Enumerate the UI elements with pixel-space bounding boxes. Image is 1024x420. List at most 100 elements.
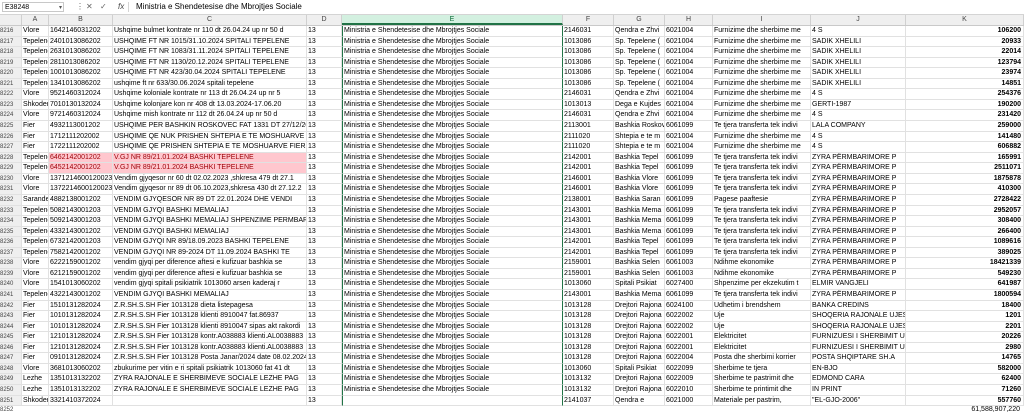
cell-g[interactable]: Drejtori Rajona [614, 311, 665, 322]
cell-d[interactable]: 13 [307, 268, 342, 280]
cell-g[interactable]: Drejtori Rajona [614, 300, 665, 312]
cell-b[interactable]: 1351013132202 [49, 385, 113, 396]
cell-b[interactable]: 0910131282024 [49, 353, 113, 364]
cell-j[interactable]: ZYRA PËRMBARIMORE P [811, 237, 906, 248]
cell-c[interactable]: vendim gjyqi per diference aftesi e kufi… [113, 268, 307, 280]
cell-i[interactable]: Pagese paaftesie [713, 194, 811, 206]
cell-b[interactable]: 6452142001202 [49, 163, 113, 174]
cell-c[interactable]: V.GJ NR 89/21.01.2024 BASHKI TEPELENE [113, 163, 307, 174]
cell-e[interactable]: Ministria e Shendetesise dhe Mbrojtjes S… [342, 300, 563, 312]
cell-d[interactable]: 13 [307, 205, 342, 217]
cell-h[interactable]: 6027400 [665, 279, 713, 290]
cell-e[interactable]: Ministria e Shendetesise dhe Mbrojtjes S… [342, 216, 563, 227]
cell-g[interactable]: Qendra e Zhvi [614, 110, 665, 122]
cell-f[interactable]: 1013128 [563, 321, 614, 333]
cell-j[interactable]: SADIK XHELILI [811, 68, 906, 79]
cell-c[interactable]: USHQIME FT NR 1015/31.10.2024 SPITALI TE… [113, 36, 307, 48]
cell-g[interactable]: Bashkia Roskov [614, 121, 665, 132]
cell-i[interactable]: Te tjera transferta tek indivi [713, 163, 811, 174]
cell-f[interactable]: 2142001 [563, 247, 614, 259]
cell-c[interactable]: ZYRA RAJONALE E SHERBIMEVE SOCIALE LEZHE… [113, 385, 307, 396]
cell-c[interactable]: Z.R.SH.S.SH Fier 1013128 kontr.A038883 k… [113, 342, 307, 354]
cell-a[interactable]: Tepelene [22, 247, 49, 259]
row-number[interactable]: 8233 [0, 205, 22, 217]
cell-a[interactable]: Tepelene [22, 216, 49, 227]
cell-e[interactable]: Ministria e Shendetesise dhe Mbrojtjes S… [342, 279, 563, 290]
cell-k[interactable]: 2201 [906, 321, 1024, 333]
cell-b[interactable]: 1010131282024 [49, 311, 113, 322]
cell-f[interactable]: 2146031 [563, 110, 614, 122]
cell-c[interactable]: Ushqime kolonjare kon nr 408 dt 13.03.20… [113, 99, 307, 111]
cell-e[interactable]: Ministria e Shendetesise dhe Mbrojtjes S… [342, 321, 563, 333]
cell-a[interactable]: Tepelene [22, 205, 49, 217]
cell-f[interactable]: 1013128 [563, 332, 614, 343]
row-number[interactable]: 8239 [0, 268, 22, 280]
cell-j[interactable]: SADIK XHELILI [811, 78, 906, 90]
cell-f[interactable]: 2143001 [563, 205, 614, 217]
cell-a[interactable]: Vlore [22, 363, 49, 375]
cell-g[interactable]: Drejtori Rajona [614, 332, 665, 343]
cell-i[interactable]: Uje [713, 311, 811, 322]
cell-j[interactable]: ZYRA PËRMBARIMORE P [811, 163, 906, 174]
cell-a[interactable]: Tepelene [22, 78, 49, 90]
cell-d[interactable]: 13 [307, 321, 342, 333]
cell-f[interactable]: 2143001 [563, 216, 614, 227]
cell-h[interactable]: 6061099 [665, 152, 713, 164]
row-number[interactable]: 8250 [0, 385, 22, 396]
cell-a[interactable]: Vlore [22, 26, 49, 37]
cell-c[interactable]: USHQIME QE NUK PRISHEN SHTEPIA E TE MOSH… [113, 131, 307, 143]
cell-h[interactable]: 6022002 [665, 321, 713, 333]
cell-g[interactable]: Bashkia Tepel [614, 163, 665, 174]
cell-k[interactable]: 190200 [906, 99, 1024, 111]
cell-e[interactable]: Ministria e Shendetesise dhe Mbrojtjes S… [342, 258, 563, 269]
col-header-j[interactable]: J [811, 15, 906, 25]
cell-c[interactable]: VENDIM GJYQI BASHKI MEMALIAJ [113, 205, 307, 217]
cell-k[interactable]: 141480 [906, 131, 1024, 143]
cell-c[interactable]: Vendim gjyqesor nr 89 dt 06.10.2023,shkr… [113, 184, 307, 195]
cell-d[interactable]: 13 [307, 247, 342, 259]
cell-g[interactable]: Sp. Tepelene ( [614, 68, 665, 79]
cell-e[interactable]: Ministria e Shendetesise dhe Mbrojtjes S… [342, 152, 563, 164]
cell-e[interactable]: Ministria e Shendetesise dhe Mbrojtjes S… [342, 184, 563, 195]
cell-e[interactable]: Ministria e Shendetesise dhe Mbrojtjes S… [342, 163, 563, 174]
cell-a[interactable]: Tepelene [22, 237, 49, 248]
cell-g[interactable]: Bashkia Mema [614, 205, 665, 217]
cell-a[interactable]: Fier [22, 353, 49, 364]
cell-d[interactable]: 13 [307, 353, 342, 364]
cell-e[interactable]: Ministria e Shendetesise dhe Mbrojtjes S… [342, 121, 563, 132]
cell-g[interactable]: Sp. Tepelene ( [614, 47, 665, 58]
cancel-icon[interactable]: ✕ [86, 1, 93, 13]
cell-e[interactable]: Ministria e Shendetesise dhe Mbrojtjes S… [342, 268, 563, 280]
cell-i[interactable]: Furnizime dhe sherbime me [713, 78, 811, 90]
cell-i[interactable]: Furnizime dhe sherbime me [713, 142, 811, 153]
cell-f[interactable]: 1013086 [563, 57, 614, 69]
cell-h[interactable]: 6061003 [665, 258, 713, 269]
cell-d[interactable]: 13 [307, 152, 342, 164]
cell-c[interactable]: VENDIM GJYQI BASHKI MEMALIAJ SHPENZIME P… [113, 216, 307, 227]
cell-f[interactable]: 2146031 [563, 89, 614, 100]
cell-j[interactable]: ZYRA PËRMBARIMORE P [811, 216, 906, 227]
cell-a[interactable]: Tepelene [22, 36, 49, 48]
cell-i[interactable]: Furnizime dhe sherbime me [713, 26, 811, 37]
cell-a[interactable]: Fier [22, 142, 49, 153]
cell-i[interactable]: Furnizime dhe sherbime me [713, 110, 811, 122]
cell-e[interactable]: Ministria e Shendetesise dhe Mbrojtjes S… [342, 26, 563, 37]
cell-d[interactable]: 13 [307, 258, 342, 269]
cell-i[interactable]: Furnizime dhe sherbime me [713, 36, 811, 48]
cell-c[interactable]: VENDIM GJYQI BASHKI MEMALIAJ [113, 226, 307, 238]
cell-b[interactable]: 1010131282024 [49, 321, 113, 333]
row-number[interactable]: 8232 [0, 194, 22, 206]
cell-i[interactable]: Te tjera transferta tek indivi [713, 226, 811, 238]
cell-a[interactable]: Fier [22, 332, 49, 343]
cell-f[interactable]: 1013086 [563, 36, 614, 48]
cell-a[interactable]: Fier [22, 300, 49, 312]
cell-e[interactable]: Ministria e Shendetesise dhe Mbrojtjes S… [342, 342, 563, 354]
cell-e[interactable]: Ministria e Shendetesise dhe Mbrojtjes S… [342, 374, 563, 386]
cell-h[interactable]: 6022010 [665, 385, 713, 396]
cell-a[interactable]: Tepelene [22, 163, 49, 174]
cell-c[interactable]: vendim gjyqi per diference aftesi e kufi… [113, 258, 307, 269]
cell-i[interactable]: Furnizime dhe sherbime me [713, 131, 811, 143]
cell-d[interactable]: 13 [307, 26, 342, 37]
row-number[interactable]: 8235 [0, 226, 22, 238]
cell-b[interactable]: 2401013086202 [49, 36, 113, 48]
